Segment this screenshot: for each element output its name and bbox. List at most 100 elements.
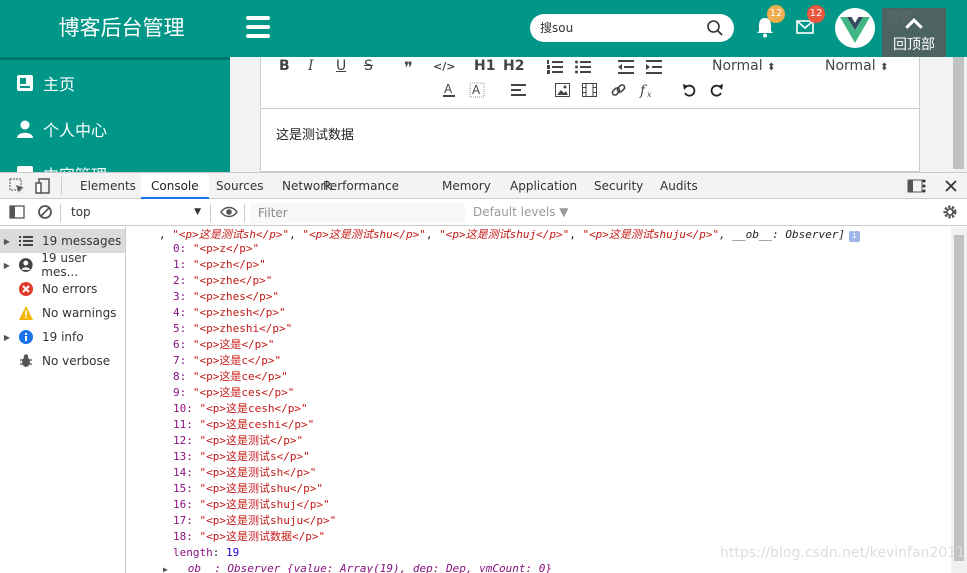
search-input[interactable] <box>540 18 700 38</box>
close-icon[interactable] <box>943 178 959 194</box>
clear-console-icon[interactable] <box>37 204 53 220</box>
redo-icon[interactable] <box>710 83 724 97</box>
page-scrollbar[interactable] <box>950 57 967 172</box>
ordered-list-icon[interactable] <box>547 60 563 74</box>
inspect-element-icon[interactable] <box>9 178 25 194</box>
tab-console[interactable]: Console <box>141 173 209 199</box>
sidebar-item-user-messages[interactable]: ▶ 19 user mes... <box>0 251 125 279</box>
italic-button[interactable]: I <box>308 58 314 74</box>
text-color-icon[interactable]: A <box>441 82 457 98</box>
entry-value: "<p>这是cesh</p>" <box>199 402 308 415</box>
tab-elements[interactable]: Elements <box>70 173 146 199</box>
align-icon[interactable] <box>511 84 526 96</box>
summary-separator: , <box>569 228 583 241</box>
more-options-icon[interactable] <box>916 178 932 194</box>
entry-value: "<p>这是ceshi</p>" <box>199 418 315 431</box>
undo-icon[interactable] <box>682 83 696 97</box>
scrollbar-thumb[interactable] <box>954 235 964 561</box>
log-levels-dropdown[interactable]: Default levels ▼ <box>473 205 569 219</box>
sidebar-item-messages[interactable]: ▶ 19 messages <box>0 229 125 253</box>
image-icon[interactable] <box>555 83 570 97</box>
entry-separator <box>186 322 193 335</box>
search-box <box>530 14 734 42</box>
menu-toggle-icon[interactable] <box>246 16 270 38</box>
info-icon[interactable]: i <box>849 231 860 242</box>
tab-memory[interactable]: Memory <box>432 173 501 199</box>
video-icon[interactable] <box>582 83 597 97</box>
sidebar-item-label: No errors <box>42 282 98 296</box>
link-icon[interactable] <box>611 83 626 98</box>
editor-toolbar: B I U S ❞ </> H1 H2 Normal ⬍ Normal ⬍ A … <box>261 57 919 109</box>
tab-sources[interactable]: Sources <box>206 173 273 199</box>
sidebar-item-label: 内容管理 <box>43 162 107 172</box>
size-select[interactable]: Normal ⬍ <box>712 58 776 74</box>
app-sidebar: 主页 个人中心 内容管理 <box>0 57 230 172</box>
console-entry: 11: "<p>这是ceshi</p>" <box>173 417 314 433</box>
expand-triangle-icon[interactable]: ▶ <box>0 261 14 270</box>
entry-index: 5: <box>173 322 187 335</box>
h2-button[interactable]: H2 <box>503 58 524 74</box>
sidebar-item-verbose[interactable]: No verbose <box>0 349 125 373</box>
avatar[interactable] <box>835 8 875 48</box>
tab-security[interactable]: Security <box>584 173 653 199</box>
editor-content[interactable]: 这是测试数据 <box>276 124 354 143</box>
caret-down-icon: ▼ <box>194 207 201 217</box>
console-summary-line[interactable]: , "<p>这是测试sh</p>", "<p>这是测试shu</p>", "<p… <box>159 227 860 243</box>
code-button[interactable]: </> <box>433 60 455 73</box>
console-scrollbar[interactable] <box>951 227 967 573</box>
entry-value: "<p>zh</p>" <box>192 258 266 271</box>
expand-triangle-icon[interactable]: ▶ <box>0 333 14 342</box>
scrollbar-thumb[interactable] <box>953 57 964 169</box>
length-property: length: 19 <box>173 545 239 561</box>
entry-separator <box>193 498 200 511</box>
entry-separator <box>186 354 193 367</box>
brand-title: 博客后台管理 <box>58 16 185 40</box>
ob-property[interactable]: ▶ __ob__: Observer {value: Array(19), de… <box>163 561 552 573</box>
entry-index: 18: <box>173 530 193 543</box>
sidebar-item-home[interactable]: 主页 <box>15 71 75 95</box>
blockquote-button[interactable]: ❞ <box>404 58 413 77</box>
svg-text:x: x <box>647 90 652 99</box>
sidebar-item-content[interactable]: 内容管理 <box>15 162 107 172</box>
formula-icon[interactable]: fx <box>639 82 655 99</box>
sidebar-item-profile[interactable]: 个人中心 <box>15 117 107 141</box>
search-icon[interactable] <box>706 19 724 37</box>
background-color-icon[interactable]: A <box>469 82 485 98</box>
device-toolbar-icon[interactable] <box>35 178 51 194</box>
entry-separator <box>193 434 200 447</box>
error-icon <box>19 282 33 296</box>
console-entry: 15: "<p>这是测试shu</p>" <box>173 481 323 497</box>
console-output[interactable]: , "<p>这是测试sh</p>", "<p>这是测试shu</p>", "<p… <box>127 227 951 573</box>
indent-icon[interactable] <box>646 60 662 74</box>
settings-gear-icon[interactable] <box>942 204 958 220</box>
eye-icon[interactable] <box>220 204 238 220</box>
bullet-list-icon[interactable] <box>575 60 591 74</box>
tab-application[interactable]: Application <box>500 173 587 199</box>
rich-text-editor: B I U S ❞ </> H1 H2 Normal ⬍ Normal ⬍ A … <box>260 57 920 172</box>
sidebar-toggle-icon[interactable] <box>9 204 25 220</box>
context-select[interactable]: top ▼ <box>65 203 205 221</box>
tab-audits[interactable]: Audits <box>650 173 708 199</box>
entry-separator <box>186 306 193 319</box>
strike-button[interactable]: S <box>364 58 373 74</box>
notification-badge: 12 <box>767 5 785 23</box>
expand-triangle-icon[interactable]: ▶ <box>163 565 168 573</box>
expand-triangle-icon[interactable]: ▶ <box>0 237 14 246</box>
console-filter-input[interactable] <box>250 203 465 223</box>
watermark: https://blog.csdn.net/kevinfan2011 <box>720 545 966 561</box>
header-select[interactable]: Normal ⬍ <box>825 58 889 74</box>
entry-value: "<p>zheshi</p>" <box>192 322 293 335</box>
sidebar-item-errors[interactable]: No errors <box>0 277 125 301</box>
h1-button[interactable]: H1 <box>474 58 495 74</box>
entry-value: "<p>zhesh</p>" <box>192 306 286 319</box>
entry-separator <box>186 386 193 399</box>
bold-button[interactable]: B <box>279 58 290 74</box>
sidebar-item-warnings[interactable]: No warnings <box>0 301 125 325</box>
entry-index: 8: <box>173 370 187 383</box>
underline-button[interactable]: U <box>336 58 346 74</box>
outdent-icon[interactable] <box>618 60 634 74</box>
tab-performance[interactable]: Performance <box>313 173 409 199</box>
sidebar-item-info[interactable]: ▶ 19 info <box>0 325 125 349</box>
vue-logo-icon <box>840 17 870 43</box>
property-separator: : <box>212 546 226 559</box>
